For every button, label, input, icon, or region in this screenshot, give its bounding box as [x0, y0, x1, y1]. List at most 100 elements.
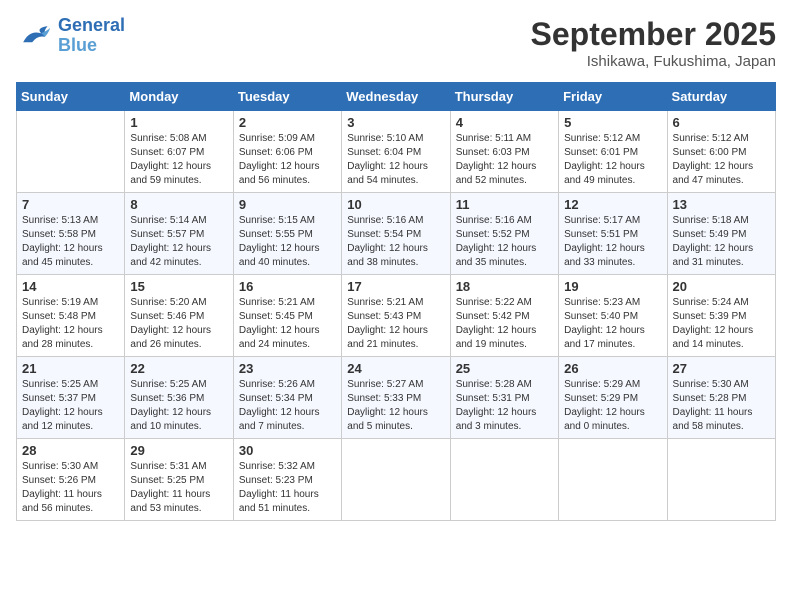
day-detail: Sunrise: 5:20 AMSunset: 5:46 PMDaylight:… [130, 296, 227, 352]
calendar-week-1: 1 Sunrise: 5:08 AMSunset: 6:07 PMDaylight… [17, 111, 776, 193]
day-number: 11 [456, 197, 553, 212]
day-number: 26 [564, 361, 661, 376]
day-detail: Sunrise: 5:12 AMSunset: 6:01 PMDaylight:… [564, 132, 661, 188]
calendar-cell [17, 111, 125, 193]
calendar-cell: 16 Sunrise: 5:21 AMSunset: 5:45 PMDayligh… [233, 275, 341, 357]
day-detail: Sunrise: 5:25 AMSunset: 5:36 PMDaylight:… [130, 378, 227, 434]
title-area: September 2025 Ishikawa, Fukushima, Japa… [531, 16, 776, 70]
day-detail: Sunrise: 5:28 AMSunset: 5:31 PMDaylight:… [456, 378, 553, 434]
calendar-cell: 18 Sunrise: 5:22 AMSunset: 5:42 PMDayligh… [450, 275, 558, 357]
calendar-cell: 24 Sunrise: 5:27 AMSunset: 5:33 PMDayligh… [342, 357, 450, 439]
header-friday: Friday [559, 83, 667, 111]
day-detail: Sunrise: 5:27 AMSunset: 5:33 PMDaylight:… [347, 378, 444, 434]
day-detail: Sunrise: 5:31 AMSunset: 5:25 PMDaylight:… [130, 460, 227, 516]
calendar-cell: 6Sunrise: 5:12 AMSunset: 6:00 PMDaylight… [667, 111, 775, 193]
calendar-week-4: 21Sunrise: 5:25 AMSunset: 5:37 PMDayligh… [17, 357, 776, 439]
day-number: 24 [347, 361, 444, 376]
day-detail: Sunrise: 5:23 AMSunset: 5:40 PMDaylight:… [564, 296, 661, 352]
calendar-cell [450, 439, 558, 521]
calendar-cell: 28 Sunrise: 5:30 AMSunset: 5:26 PMDayligh… [17, 439, 125, 521]
logo-icon [16, 22, 52, 50]
calendar-cell: 5 Sunrise: 5:12 AMSunset: 6:01 PMDaylight… [559, 111, 667, 193]
day-detail: Sunrise: 5:08 AMSunset: 6:07 PMDaylight:… [130, 132, 227, 188]
day-number: 27 [673, 361, 770, 376]
day-number: 30 [239, 443, 336, 458]
day-number: 1 [130, 115, 227, 130]
day-number: 14 [22, 279, 119, 294]
calendar-cell: 1 Sunrise: 5:08 AMSunset: 6:07 PMDaylight… [125, 111, 233, 193]
calendar-cell [667, 439, 775, 521]
day-detail: Sunrise: 5:21 AMSunset: 5:45 PMDaylight:… [239, 296, 336, 352]
header-wednesday: Wednesday [342, 83, 450, 111]
day-number: 4 [456, 115, 553, 130]
day-detail: Sunrise: 5:15 AMSunset: 5:55 PMDaylight:… [239, 214, 336, 270]
day-detail: Sunrise: 5:18 AMSunset: 5:49 PMDaylight:… [673, 214, 770, 270]
day-detail: Sunrise: 5:17 AMSunset: 5:51 PMDaylight:… [564, 214, 661, 270]
calendar-cell: 8 Sunrise: 5:14 AMSunset: 5:57 PMDaylight… [125, 193, 233, 275]
header-thursday: Thursday [450, 83, 558, 111]
day-number: 18 [456, 279, 553, 294]
day-detail: Sunrise: 5:30 AMSunset: 5:26 PMDaylight:… [22, 460, 119, 516]
day-number: 15 [130, 279, 227, 294]
calendar-cell: 12 Sunrise: 5:17 AMSunset: 5:51 PMDayligh… [559, 193, 667, 275]
day-detail: Sunrise: 5:12 AMSunset: 6:00 PMDaylight:… [673, 132, 770, 188]
calendar-cell: 27Sunrise: 5:30 AMSunset: 5:28 PMDayligh… [667, 357, 775, 439]
calendar-cell: 11 Sunrise: 5:16 AMSunset: 5:52 PMDayligh… [450, 193, 558, 275]
day-number: 25 [456, 361, 553, 376]
day-number: 12 [564, 197, 661, 212]
day-number: 16 [239, 279, 336, 294]
calendar-header-row: SundayMondayTuesdayWednesdayThursdayFrid… [17, 83, 776, 111]
calendar-cell: 14Sunrise: 5:19 AMSunset: 5:48 PMDayligh… [17, 275, 125, 357]
day-number: 22 [130, 361, 227, 376]
calendar-cell: 17 Sunrise: 5:21 AMSunset: 5:43 PMDayligh… [342, 275, 450, 357]
calendar-cell: 15 Sunrise: 5:20 AMSunset: 5:46 PMDayligh… [125, 275, 233, 357]
calendar-title: September 2025 [531, 16, 776, 53]
calendar-cell: 7Sunrise: 5:13 AMSunset: 5:58 PMDaylight… [17, 193, 125, 275]
day-detail: Sunrise: 5:29 AMSunset: 5:29 PMDaylight:… [564, 378, 661, 434]
day-number: 8 [130, 197, 227, 212]
day-detail: Sunrise: 5:21 AMSunset: 5:43 PMDaylight:… [347, 296, 444, 352]
calendar-cell: 26 Sunrise: 5:29 AMSunset: 5:29 PMDayligh… [559, 357, 667, 439]
calendar-cell: 13 Sunrise: 5:18 AMSunset: 5:49 PMDayligh… [667, 193, 775, 275]
header-sunday: Sunday [17, 83, 125, 111]
day-number: 3 [347, 115, 444, 130]
calendar-cell: 20 Sunrise: 5:24 AMSunset: 5:39 PMDayligh… [667, 275, 775, 357]
calendar-week-3: 14Sunrise: 5:19 AMSunset: 5:48 PMDayligh… [17, 275, 776, 357]
day-number: 13 [673, 197, 770, 212]
day-number: 29 [130, 443, 227, 458]
calendar-subtitle: Ishikawa, Fukushima, Japan [531, 53, 776, 70]
calendar-cell [342, 439, 450, 521]
day-number: 21 [22, 361, 119, 376]
calendar-cell: 9Sunrise: 5:15 AMSunset: 5:55 PMDaylight… [233, 193, 341, 275]
day-number: 10 [347, 197, 444, 212]
calendar-table: SundayMondayTuesdayWednesdayThursdayFrid… [16, 82, 776, 521]
logo-text: General Blue [58, 16, 125, 56]
calendar-cell: 29 Sunrise: 5:31 AMSunset: 5:25 PMDayligh… [125, 439, 233, 521]
day-detail: Sunrise: 5:26 AMSunset: 5:34 PMDaylight:… [239, 378, 336, 434]
day-number: 23 [239, 361, 336, 376]
day-number: 17 [347, 279, 444, 294]
calendar-cell: 10 Sunrise: 5:16 AMSunset: 5:54 PMDayligh… [342, 193, 450, 275]
day-number: 28 [22, 443, 119, 458]
calendar-cell: 22 Sunrise: 5:25 AMSunset: 5:36 PMDayligh… [125, 357, 233, 439]
day-detail: Sunrise: 5:14 AMSunset: 5:57 PMDaylight:… [130, 214, 227, 270]
day-detail: Sunrise: 5:10 AMSunset: 6:04 PMDaylight:… [347, 132, 444, 188]
calendar-cell: 21Sunrise: 5:25 AMSunset: 5:37 PMDayligh… [17, 357, 125, 439]
day-detail: Sunrise: 5:11 AMSunset: 6:03 PMDaylight:… [456, 132, 553, 188]
calendar-cell: 2Sunrise: 5:09 AMSunset: 6:06 PMDaylight… [233, 111, 341, 193]
header-saturday: Saturday [667, 83, 775, 111]
calendar-cell: 19Sunrise: 5:23 AMSunset: 5:40 PMDayligh… [559, 275, 667, 357]
day-number: 5 [564, 115, 661, 130]
day-detail: Sunrise: 5:16 AMSunset: 5:54 PMDaylight:… [347, 214, 444, 270]
calendar-cell: 25 Sunrise: 5:28 AMSunset: 5:31 PMDayligh… [450, 357, 558, 439]
day-detail: Sunrise: 5:16 AMSunset: 5:52 PMDaylight:… [456, 214, 553, 270]
header-monday: Monday [125, 83, 233, 111]
calendar-body: 1 Sunrise: 5:08 AMSunset: 6:07 PMDaylight… [17, 111, 776, 521]
day-detail: Sunrise: 5:22 AMSunset: 5:42 PMDaylight:… [456, 296, 553, 352]
calendar-cell [559, 439, 667, 521]
day-number: 20 [673, 279, 770, 294]
page-header: General Blue September 2025 Ishikawa, Fu… [16, 16, 776, 70]
day-detail: Sunrise: 5:32 AMSunset: 5:23 PMDaylight:… [239, 460, 336, 516]
day-number: 2 [239, 115, 336, 130]
day-detail: Sunrise: 5:24 AMSunset: 5:39 PMDaylight:… [673, 296, 770, 352]
